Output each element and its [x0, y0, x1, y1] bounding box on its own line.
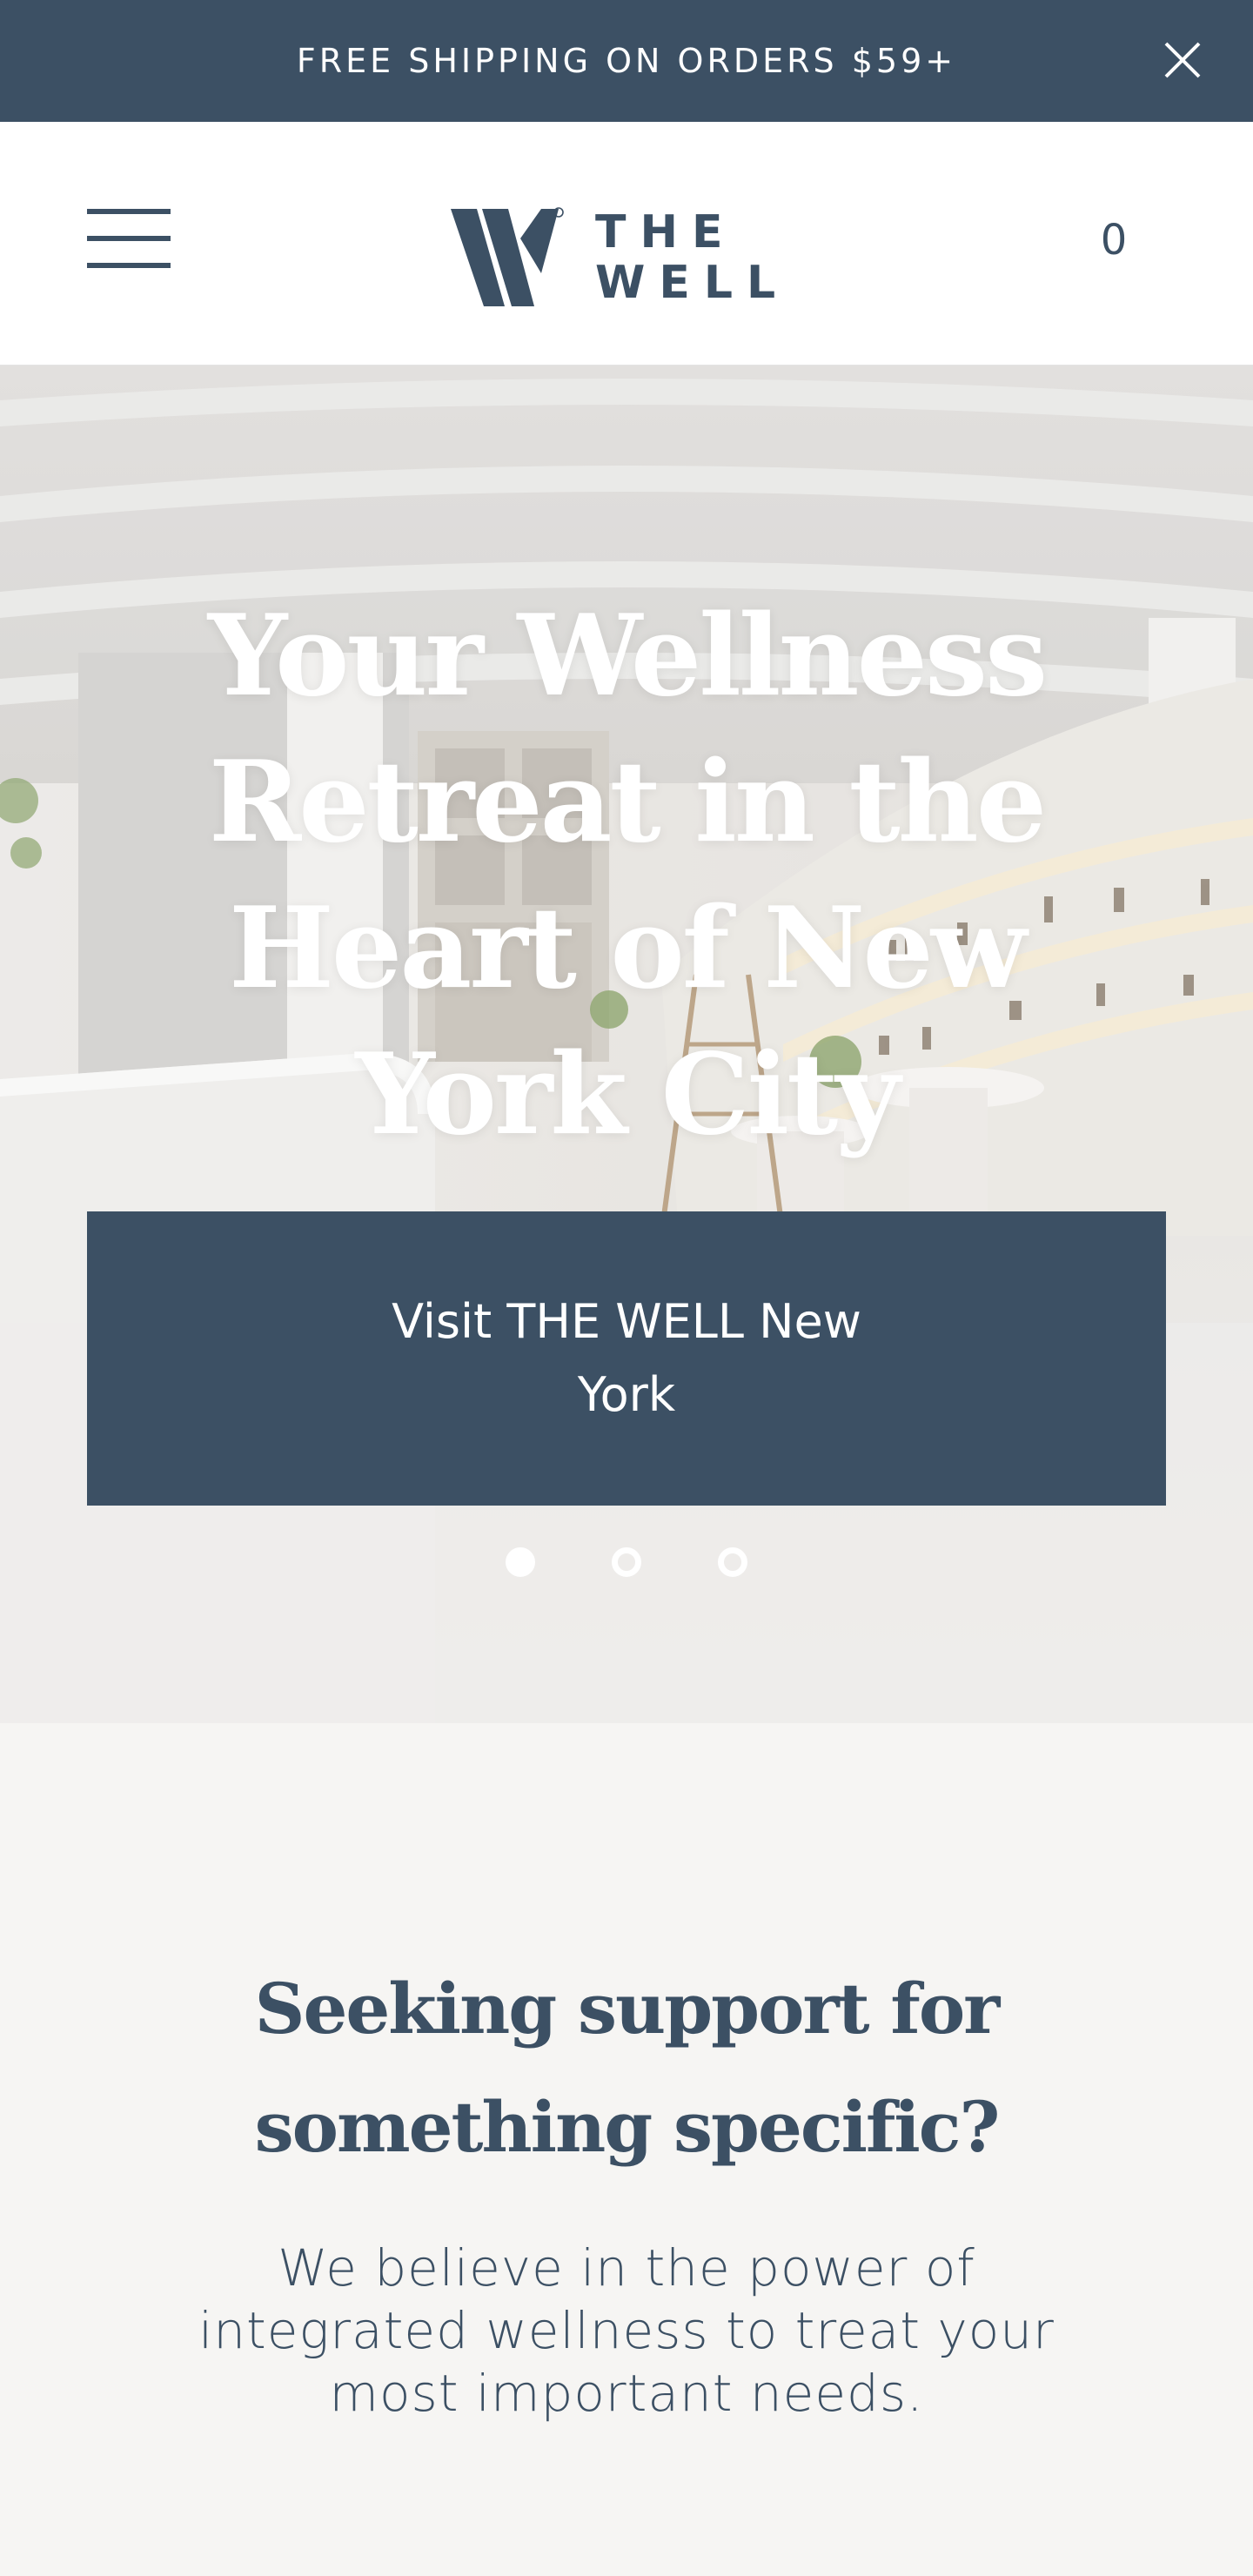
logo-line-1: THE: [595, 206, 737, 258]
hero-title: Your Wellness Retreat in the Heart of Ne…: [207, 591, 1048, 1160]
support-section: Seeking support for something specific? …: [0, 1723, 1253, 2576]
logo-wordmark: THE WELL: [595, 207, 789, 308]
hero-cta-label: Visit THE WELL New York: [392, 1294, 861, 1422]
close-icon[interactable]: [1163, 40, 1203, 80]
hamburger-menu-icon[interactable]: [87, 209, 171, 272]
hero-banner: Your Wellness Retreat in the Heart of Ne…: [0, 366, 1253, 1723]
visit-the-well-button[interactable]: Visit THE WELL New York: [87, 1211, 1166, 1506]
carousel-dot-1[interactable]: [506, 1547, 535, 1577]
support-body: We believe in the power of integrated we…: [198, 2238, 1055, 2423]
logo-line-2: WELL: [595, 257, 790, 309]
support-title: Seeking support for something specific?: [254, 1968, 1001, 2168]
logo-w-icon: [451, 207, 564, 306]
carousel-dot-2[interactable]: [612, 1547, 641, 1577]
cart-count[interactable]: 0: [1088, 216, 1140, 265]
carousel-dot-3[interactable]: [718, 1547, 747, 1577]
carousel-dots: [0, 1547, 1253, 1582]
announcement-bar: FREE SHIPPING ON ORDERS $59+: [0, 0, 1253, 122]
announcement-text: FREE SHIPPING ON ORDERS $59+: [296, 42, 957, 80]
brand-logo[interactable]: THE WELL: [451, 207, 789, 312]
site-header: THE WELL 0: [0, 122, 1253, 366]
